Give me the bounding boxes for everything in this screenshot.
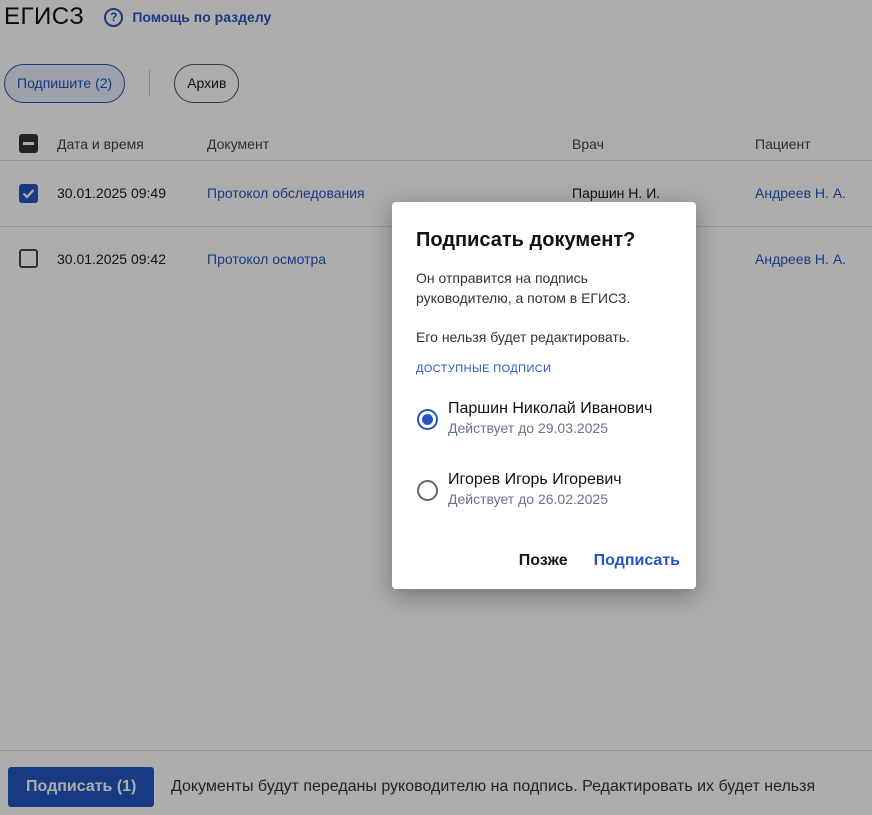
signature-option-parshin[interactable]: Паршин Николай Иванович Действует до 29.… [416,398,686,444]
dialog-warning: Его нельзя будет редактировать. [416,329,630,345]
dialog-actions: Позже Подписать [519,552,680,570]
signature-radio[interactable] [417,409,438,430]
signature-radio[interactable] [417,480,438,501]
sign-document-dialog: Подписать документ? Он отправится на под… [392,202,696,589]
signature-name: Игорев Игорь Игоревич [448,471,622,488]
signature-validity: Действует до 29.03.2025 [448,420,609,436]
later-button[interactable]: Позже [519,552,568,570]
signature-validity: Действует до 26.02.2025 [448,491,609,507]
signature-name: Паршин Николай Иванович [448,400,653,417]
dialog-title: Подписать документ? [416,229,636,251]
signature-option-igorev[interactable]: Игорев Игорь Игоревич Действует до 26.02… [416,469,686,515]
dialog-description: Он отправится на подпись руководителю, а… [416,270,631,306]
sign-button[interactable]: Подписать [594,552,680,570]
available-signatures-label: ДОСТУПНЫЕ ПОДПИСИ [416,363,552,375]
